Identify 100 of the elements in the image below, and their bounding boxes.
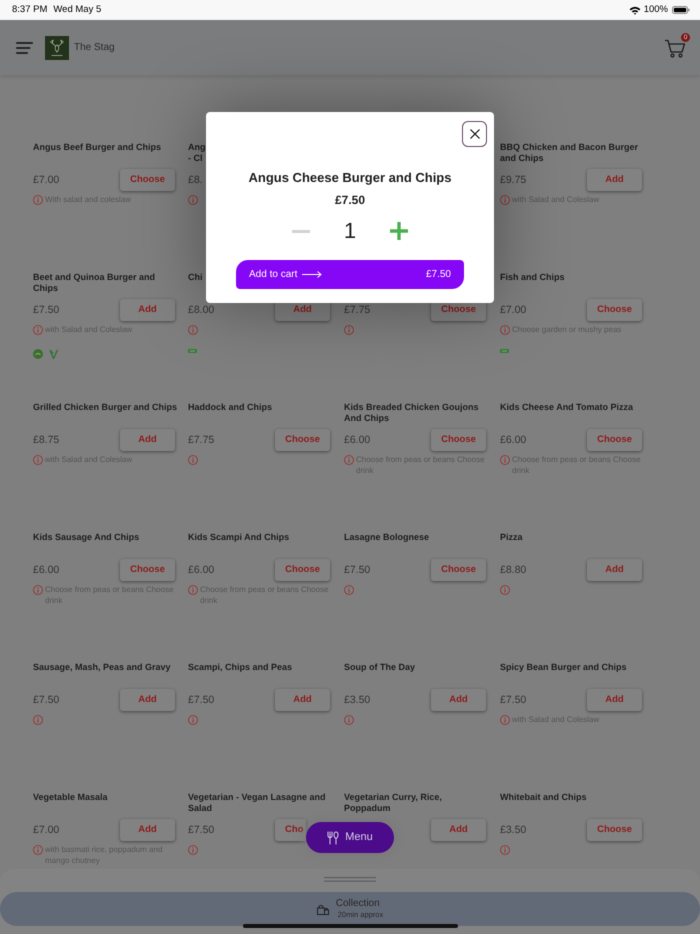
dish-price: £7.50 (500, 694, 526, 706)
dish-price: £7.75 (344, 304, 370, 316)
info-icon[interactable] (344, 714, 354, 724)
increase-button[interactable] (390, 222, 408, 240)
arrow-icon (302, 271, 322, 278)
dish-title: Kids Cheese And Tomato Pizza (500, 402, 634, 412)
order-button[interactable]: Add (587, 559, 642, 581)
dish-price: £7.50 (33, 304, 60, 316)
close-icon (470, 129, 480, 139)
order-button[interactable]: Add (431, 689, 486, 711)
info-icon[interactable] (500, 194, 510, 204)
drag-handle[interactable] (324, 877, 376, 882)
cutlery-icon (327, 830, 340, 844)
order-button[interactable]: Choose (120, 559, 175, 581)
order-button[interactable]: Add (431, 819, 486, 841)
order-button[interactable]: Choose (587, 819, 642, 841)
menu-pill-button[interactable]: Menu (306, 822, 394, 853)
dish-price: £7.50 (33, 694, 60, 706)
bag-icon (316, 904, 329, 914)
dish-title: Vegetable Masala (33, 792, 108, 802)
tag-icon (500, 349, 509, 353)
order-button[interactable]: Add (587, 169, 642, 191)
info-icon[interactable] (344, 454, 354, 464)
cart-total: £7.50 (426, 268, 451, 282)
info-icon[interactable] (500, 844, 510, 854)
dish-title: Kids Breaded Chicken Goujons And Chips (344, 402, 480, 423)
status-date: Wed May 5 (53, 2, 102, 17)
info-icon[interactable] (500, 584, 510, 594)
menu-button[interactable] (16, 40, 33, 54)
dish-title: Scampi, Chips and Peas (188, 662, 292, 672)
dish-price: £7.50 (188, 824, 214, 836)
info-icon[interactable] (33, 454, 43, 464)
order-button[interactable]: Add (120, 689, 175, 711)
info-icon[interactable] (344, 584, 354, 594)
info-icon[interactable] (33, 714, 43, 724)
battery-percent: 100% (644, 2, 668, 17)
menu-icon (16, 42, 33, 54)
dish-title: Kids Scampi And Chips (188, 532, 290, 542)
info-icon[interactable] (188, 194, 198, 204)
order-button[interactable]: Add (120, 819, 175, 841)
order-button[interactable]: Add (275, 689, 330, 711)
order-button[interactable]: Choose (587, 299, 642, 321)
dish-title: Angus Beef Burger and Chips (33, 142, 162, 152)
info-icon[interactable] (188, 844, 198, 854)
info-icon[interactable] (33, 324, 43, 334)
order-button[interactable]: Cho (275, 819, 306, 841)
wifi-icon (628, 6, 641, 14)
close-button[interactable] (462, 121, 487, 147)
dish-price: £8.00 (188, 304, 214, 316)
dish-title: Kids Sausage And Chips (33, 532, 140, 542)
order-button[interactable]: Add (587, 689, 642, 711)
dish-price: £7.00 (33, 174, 60, 186)
dish-price: £6.00 (500, 434, 526, 446)
info-icon[interactable] (33, 584, 43, 594)
dish-price: £7.00 (33, 824, 60, 836)
dish-price: £7.75 (188, 434, 214, 446)
dish-title: Haddock and Chips (188, 402, 272, 412)
dish-title: - Cl (188, 152, 202, 163)
dish-title: Chi (188, 272, 202, 282)
dish-price: £7.50 (344, 564, 370, 576)
info-icon[interactable] (188, 584, 198, 594)
minus-icon (292, 230, 310, 232)
info-icon[interactable] (33, 844, 43, 854)
info-icon[interactable] (344, 324, 354, 334)
status-time: 8:37 PM (12, 2, 48, 17)
order-button[interactable]: Choose (431, 429, 486, 451)
dish-title: Pizza (500, 532, 523, 542)
disc-icon (33, 349, 43, 359)
dish-price: £6.00 (33, 564, 60, 576)
order-button[interactable]: Add (120, 429, 175, 451)
order-button[interactable]: Add (120, 299, 175, 321)
plus-icon (390, 222, 408, 240)
dish-title: BBQ Chicken and Bacon Burger and Chips (500, 142, 640, 163)
order-button[interactable]: Choose (275, 559, 330, 581)
info-icon[interactable] (188, 714, 198, 724)
dish-title: Beet and Quinoa Burger and Chips (33, 272, 156, 293)
cart-button[interactable] (664, 38, 686, 58)
dialog-price: £7.50 (334, 193, 366, 207)
dish-title: Vegetarian - Vegan Lasagne and Salad (188, 792, 327, 813)
dish-price: £6.00 (188, 564, 214, 576)
battery-icon (672, 6, 690, 14)
info-icon[interactable] (500, 324, 510, 334)
dish-title: Lasagne Bolognese (344, 532, 430, 542)
dish-price: £7.00 (500, 304, 526, 316)
dish-title: Sausage, Mash, Peas and Gravy (33, 662, 171, 672)
dish-price: £7.50 (188, 694, 214, 706)
order-button[interactable]: Choose (120, 169, 175, 191)
add-to-cart-button[interactable]: Add to cart £7.50 (236, 260, 464, 289)
info-icon[interactable] (500, 714, 510, 724)
info-icon[interactable] (33, 194, 43, 204)
cart-icon (664, 38, 686, 58)
dish-price: £8.75 (33, 434, 60, 446)
order-button[interactable]: Choose (587, 429, 642, 451)
info-icon[interactable] (188, 324, 198, 334)
dish-price: £3.50 (500, 824, 526, 836)
order-button[interactable]: Choose (431, 559, 486, 581)
order-button[interactable]: Choose (275, 429, 330, 451)
info-icon[interactable] (188, 454, 198, 464)
info-icon[interactable] (500, 454, 510, 464)
dish-title: Soup of The Day (344, 662, 416, 672)
